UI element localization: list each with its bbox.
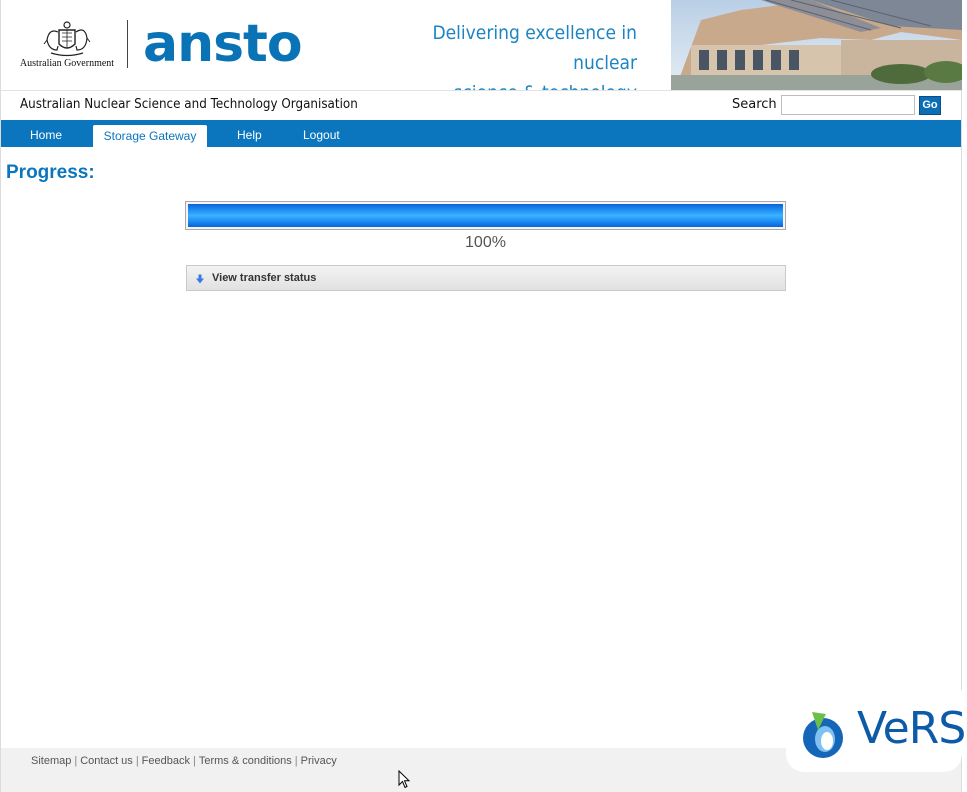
nav-logout[interactable]: Logout [303,126,340,147]
view-transfer-status-toggle[interactable]: View transfer status [186,265,786,291]
nav-home[interactable]: Home [30,126,62,147]
mouse-cursor-icon [398,770,411,789]
footer-separator: | [294,755,298,767]
footer-link-sitemap[interactable]: Sitemap [31,755,71,767]
search-input[interactable] [781,95,915,115]
footer-links: Sitemap | Contact us | Feedback | Terms & cond… [31,755,337,767]
page-title: Progress: [6,162,95,183]
nav-storage-gateway[interactable]: Storage Gateway [93,125,207,147]
footer-link-privacy[interactable]: Privacy [301,755,337,767]
search-go-button[interactable]: Go [919,96,941,115]
coat-of-arms-icon [43,21,91,57]
footer-separator: | [135,755,139,767]
ansto-logo[interactable]: ansto [143,14,323,74]
search-label: Search [732,97,777,112]
footer-link-terms[interactable]: Terms & conditions [199,755,292,767]
organisation-name: Australian Nuclear Science and Technolog… [20,97,358,112]
progress-bar-fill [188,204,783,227]
footer-separator: | [74,755,78,767]
ansto-wordmark: ansto [143,14,303,74]
australian-government-logo[interactable]: Australian Government [19,20,115,72]
site-header: Australian Government ansto Delivering e… [1,0,962,104]
nav-help[interactable]: Help [237,126,262,147]
government-text: Australian Government [19,58,115,69]
progress-bar [185,201,786,230]
tagline-line-1: Delivering excellence in nuclear [432,22,637,74]
versi-wordmark: VeRSI [857,703,967,755]
footer-link-contact-us[interactable]: Contact us [80,755,133,767]
versi-text: VeRSI [857,703,967,754]
arrow-down-icon [196,274,204,284]
main-nav: Home Storage Gateway Help Logout [1,120,961,147]
progress-percent-label: 100% [465,234,506,251]
building-photo [671,0,962,90]
sub-header: Australian Nuclear Science and Technolog… [1,90,961,121]
versi-logo-mark-icon [803,712,843,758]
footer-link-feedback[interactable]: Feedback [142,755,190,767]
footer-separator: | [192,755,196,767]
logo-divider [127,20,128,68]
view-transfer-status-label: View transfer status [212,272,317,284]
